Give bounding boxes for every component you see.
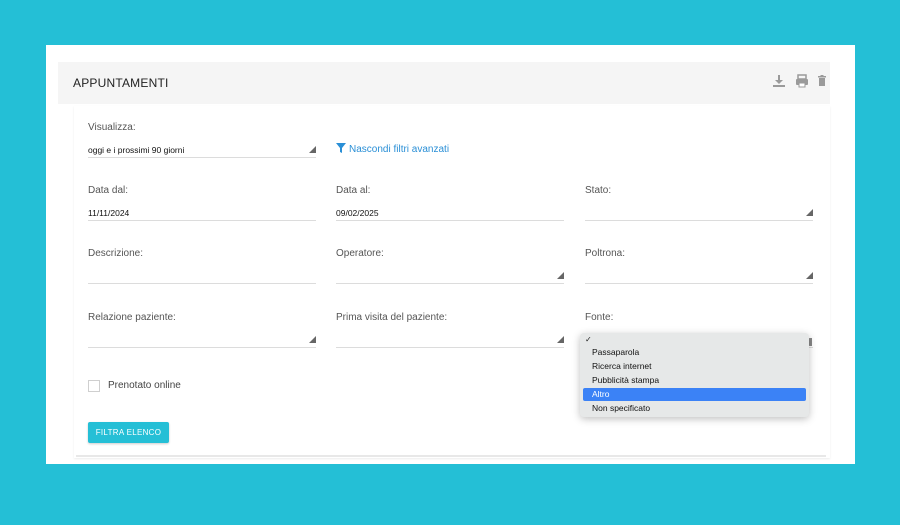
dropdown-option-altro[interactable]: Altro xyxy=(583,388,806,401)
dropdown-arrow-icon xyxy=(309,336,316,343)
check-icon: ✓ xyxy=(585,335,592,344)
advanced-link-label: Nascondi filtri avanzati xyxy=(349,144,450,155)
download-icon[interactable] xyxy=(771,73,789,91)
operatore-label: Operatore: xyxy=(336,248,384,259)
dropdown-option-pubblicita-stampa[interactable]: Pubblicità stampa xyxy=(583,374,806,387)
divider xyxy=(76,455,826,457)
dropdown-arrow-icon xyxy=(806,209,813,216)
dropdown-arrow-icon xyxy=(806,272,813,279)
fonte-label: Fonte: xyxy=(585,312,614,323)
descrizione-label: Descrizione: xyxy=(88,248,144,259)
field-underline xyxy=(336,220,564,221)
dropdown-option-ricerca-internet[interactable]: Ricerca internet xyxy=(583,360,806,373)
poltrona-label: Poltrona: xyxy=(585,248,626,259)
field-underline xyxy=(88,220,316,221)
toggle-advanced-filters-link[interactable]: Nascondi filtri avanzati xyxy=(336,143,449,155)
prima-visita-label: Prima visita del paziente: xyxy=(336,312,448,323)
dropdown-option-passaparola[interactable]: Passaparola xyxy=(583,346,806,359)
data-al-label: Data al: xyxy=(336,185,371,196)
data-dal-value: 11/11/2024 xyxy=(88,208,130,218)
field-underline xyxy=(88,347,316,348)
stato-label: Stato: xyxy=(585,185,612,196)
dropdown-option-non-specificato[interactable]: Non specificato xyxy=(583,402,806,415)
prenotato-online-checkbox[interactable] xyxy=(88,380,100,392)
fonte-dropdown-menu[interactable]: ✓ Passaparola Ricerca internet Pubblicit… xyxy=(580,333,809,417)
visualizza-value: oggi e i prossimi 90 giorni xyxy=(88,145,185,155)
print-icon[interactable] xyxy=(794,73,812,91)
dropdown-arrow-icon xyxy=(557,272,564,279)
prenotato-online-label: Prenotato online xyxy=(108,380,181,391)
field-underline xyxy=(88,283,316,284)
trash-icon[interactable] xyxy=(814,73,832,91)
filter-icon xyxy=(336,143,346,153)
field-underline xyxy=(585,220,813,221)
data-dal-label: Data dal: xyxy=(88,185,129,196)
dropdown-arrow-icon xyxy=(557,336,564,343)
panel-title: APPUNTAMENTI xyxy=(73,76,169,90)
field-underline xyxy=(336,283,564,284)
field-underline xyxy=(336,347,564,348)
relazione-paziente-label: Relazione paziente: xyxy=(88,312,176,323)
filter-list-button[interactable]: FILTRA ELENCO xyxy=(88,422,169,443)
panel-header: APPUNTAMENTI xyxy=(58,62,830,104)
field-underline xyxy=(88,157,316,158)
dropdown-arrow-icon xyxy=(309,146,316,153)
data-al-value: 09/02/2025 xyxy=(336,208,379,218)
field-underline xyxy=(585,283,813,284)
visualizza-label: Visualizza: xyxy=(88,122,136,133)
